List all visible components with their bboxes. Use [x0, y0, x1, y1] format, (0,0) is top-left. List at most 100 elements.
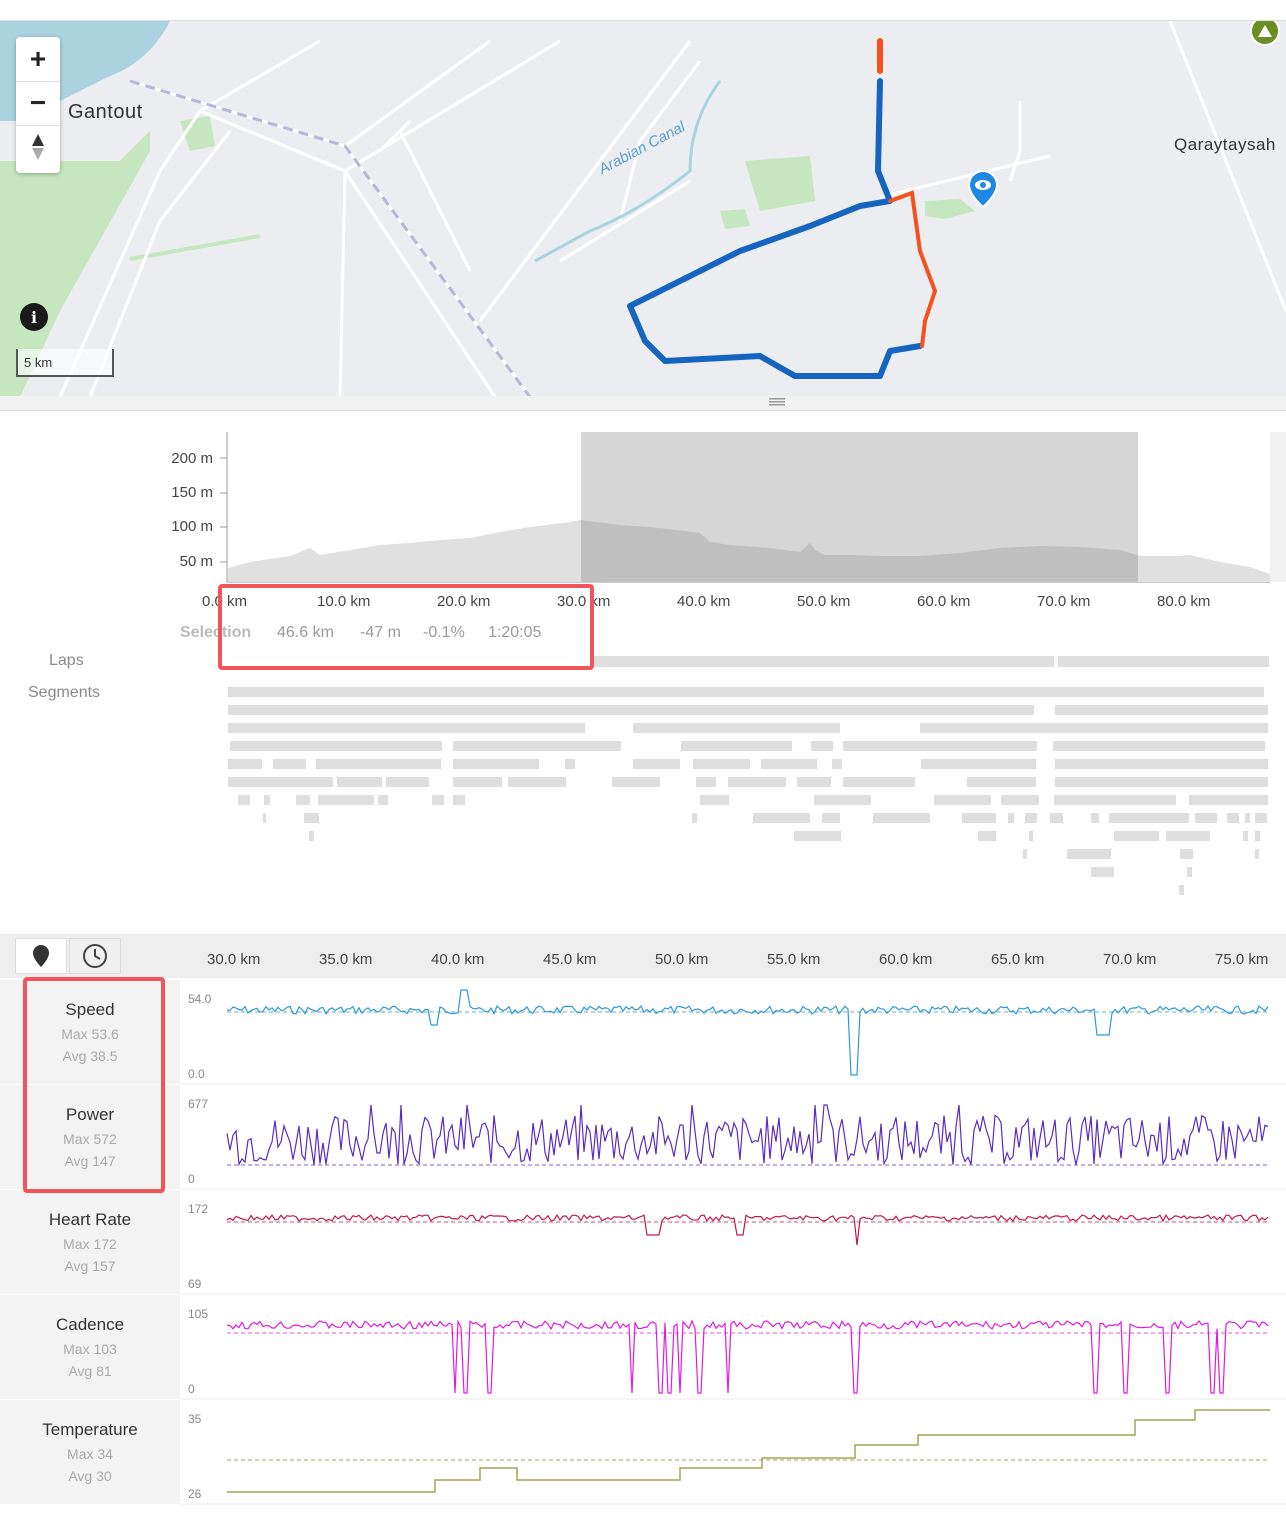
segment-bar[interactable] [1055, 705, 1268, 715]
stream-charts[interactable] [0, 980, 1286, 1505]
segment-bar[interactable] [612, 777, 660, 787]
compass-button[interactable] [16, 125, 60, 169]
segment-bar[interactable] [978, 831, 996, 841]
segment-bar[interactable] [1179, 885, 1184, 895]
segment-bar[interactable] [934, 795, 991, 805]
segment-bar[interactable] [1055, 759, 1268, 769]
segment-bar[interactable] [1053, 741, 1265, 751]
segment-bar[interactable] [794, 831, 841, 841]
segment-bar[interactable] [296, 795, 310, 805]
segment-bar[interactable] [693, 759, 750, 769]
stream-line-0 [226, 989, 1269, 1076]
segment-bar[interactable] [1114, 831, 1159, 841]
segment-bar[interactable] [843, 741, 1037, 751]
segment-bar[interactable] [633, 759, 680, 769]
segment-bar[interactable] [822, 813, 840, 823]
route-map[interactable]: Gantout Qaraytaysah Arabian Canal + − i … [0, 20, 1286, 397]
segment-bar[interactable] [453, 777, 502, 787]
segment-bar[interactable] [453, 759, 539, 769]
segment-bar[interactable] [1166, 831, 1210, 841]
stream-line-1 [226, 1104, 1269, 1167]
segment-bar[interactable] [1245, 813, 1250, 823]
segment-bar[interactable] [1109, 813, 1189, 823]
selection-range[interactable] [581, 432, 1138, 582]
segment-bar[interactable] [1195, 813, 1217, 823]
segment-bar[interactable] [386, 777, 429, 787]
segment-bar[interactable] [832, 759, 842, 769]
time-axis-toggle[interactable] [69, 938, 121, 974]
segment-bar[interactable] [962, 813, 996, 823]
segment-bar[interactable] [1255, 813, 1267, 823]
segment-bar[interactable] [228, 777, 333, 787]
segment-bar[interactable] [316, 759, 441, 769]
segment-bar[interactable] [228, 759, 262, 769]
compass-icon [32, 134, 44, 160]
segment-bar[interactable] [753, 813, 810, 823]
segment-bar[interactable] [873, 813, 930, 823]
segment-bar[interactable] [1243, 831, 1248, 841]
segment-bar[interactable] [1008, 813, 1014, 823]
segment-bar[interactable] [1255, 849, 1259, 859]
segment-bar[interactable] [318, 795, 374, 805]
segment-bar[interactable] [264, 795, 270, 805]
segment-bar[interactable] [228, 705, 1034, 715]
segment-bar[interactable] [228, 687, 1264, 697]
segment-bar[interactable] [700, 795, 729, 805]
segment-bar[interactable] [814, 795, 871, 805]
segment-bar[interactable] [843, 777, 915, 787]
info-button[interactable]: i [20, 303, 48, 331]
place-label-qaraytaysah: Qaraytaysah [1174, 135, 1276, 154]
segment-bar[interactable] [1029, 831, 1033, 841]
segment-bar[interactable] [565, 759, 575, 769]
stream-x-tick: 40.0 km [431, 951, 485, 968]
lap-bar[interactable] [1058, 656, 1269, 667]
segment-bar[interactable] [681, 741, 792, 751]
elev-x-tick: 60.0 km [917, 593, 971, 610]
zoom-in-button[interactable]: + [16, 37, 60, 82]
segment-bar[interactable] [432, 795, 444, 805]
segment-bar[interactable] [692, 813, 697, 823]
segment-bar[interactable] [263, 813, 266, 823]
segment-bar[interactable] [304, 813, 319, 823]
segment-bar[interactable] [1001, 795, 1039, 805]
segment-bar[interactable] [967, 777, 1036, 787]
segment-bar[interactable] [1023, 849, 1027, 859]
stream-x-tick: 35.0 km [319, 951, 373, 968]
segment-bar[interactable] [1025, 813, 1037, 823]
segment-bar[interactable] [633, 723, 840, 733]
segment-bar[interactable] [1255, 831, 1260, 841]
stream-line-3 [226, 1319, 1269, 1394]
elevation-chart[interactable] [0, 410, 1286, 610]
distance-axis-toggle[interactable] [15, 938, 67, 974]
segment-bar[interactable] [1189, 795, 1268, 805]
segment-bar[interactable] [378, 795, 388, 805]
segment-bar[interactable] [1180, 849, 1193, 859]
segment-bar[interactable] [508, 777, 566, 787]
segment-bar[interactable] [1187, 867, 1192, 877]
segment-bar[interactable] [920, 723, 1268, 733]
zoom-out-button[interactable]: − [16, 81, 60, 126]
segment-bar[interactable] [1227, 813, 1239, 823]
segment-bar[interactable] [337, 777, 382, 787]
segment-bar[interactable] [453, 741, 621, 751]
segment-bar[interactable] [273, 759, 306, 769]
segment-bar[interactable] [761, 759, 817, 769]
segment-bar[interactable] [921, 759, 1036, 769]
segment-bar[interactable] [238, 795, 250, 805]
segment-bar[interactable] [228, 723, 585, 733]
segment-bar[interactable] [728, 777, 786, 787]
segment-bar[interactable] [1091, 813, 1099, 823]
segment-bar[interactable] [797, 777, 831, 787]
lap-bar[interactable] [590, 656, 1054, 667]
segment-bar[interactable] [1054, 795, 1176, 805]
segment-bar[interactable] [1067, 849, 1111, 859]
segment-bar[interactable] [811, 741, 833, 751]
segment-bar[interactable] [230, 741, 442, 751]
segment-bar[interactable] [1050, 813, 1063, 823]
segment-bar[interactable] [453, 795, 465, 805]
segment-bar[interactable] [696, 777, 716, 787]
segment-bar[interactable] [1091, 867, 1114, 877]
map-resize-handle[interactable] [0, 396, 1286, 411]
segment-bar[interactable] [309, 831, 314, 841]
segment-bar[interactable] [1055, 777, 1268, 787]
